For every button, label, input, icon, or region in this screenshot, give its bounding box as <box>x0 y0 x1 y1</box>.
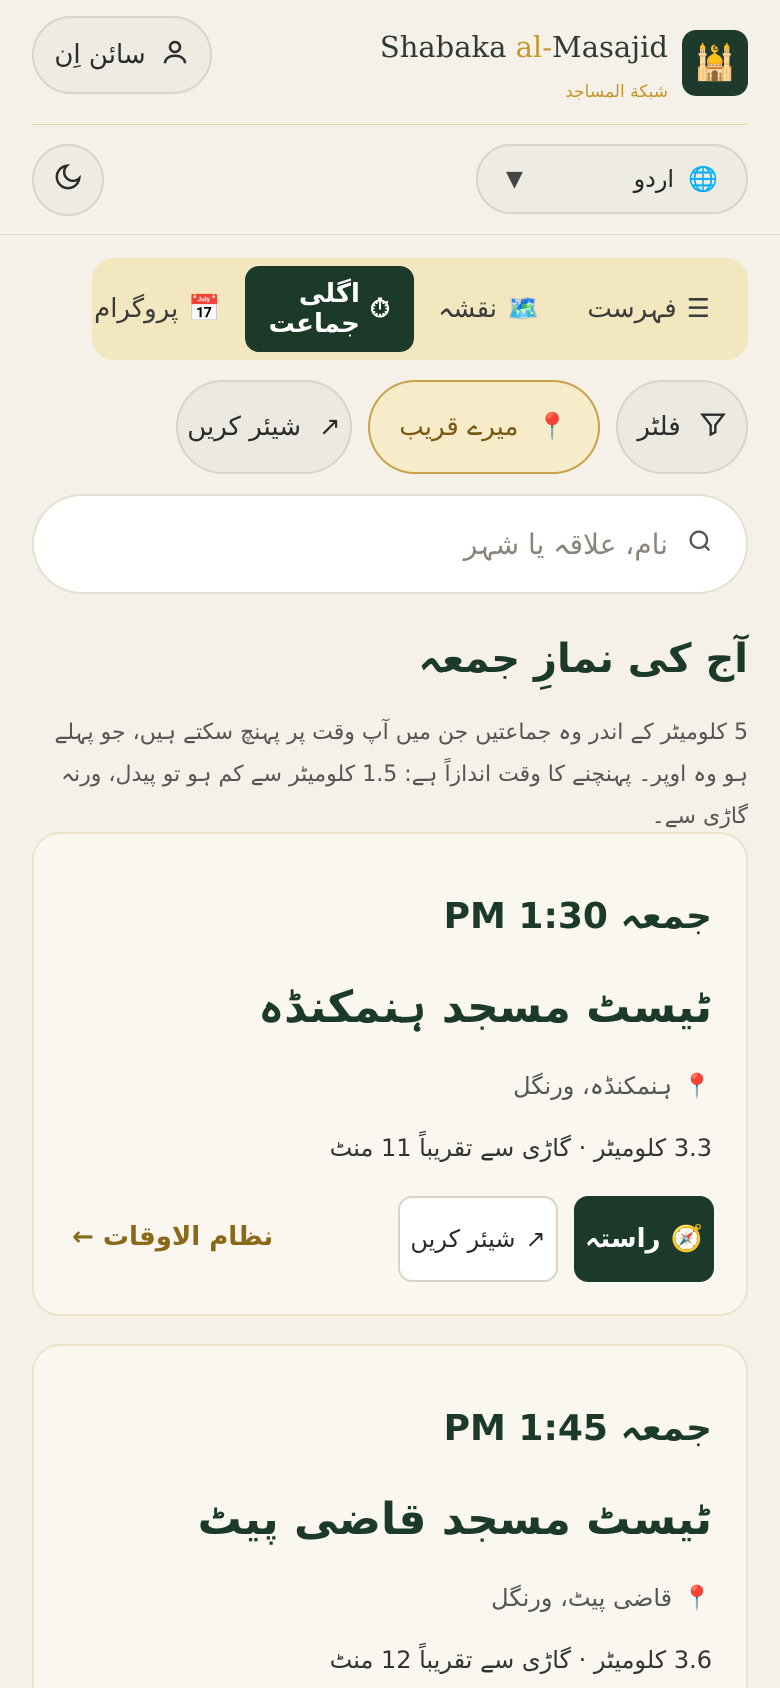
section-description: 5 کلومیٹر کے اندر وہ جماعتیں جن میں آپ و… <box>54 720 748 829</box>
mosque-distance: 3.6 کلومیٹر · گاڑی سے تقریباً 12 منٹ <box>329 1646 712 1674</box>
mosque-distance: 3.3 کلومیٹر · گاڑی سے تقریباً 11 منٹ <box>329 1134 712 1162</box>
language-select[interactable]: ▼ اردو 🌐 <box>476 144 748 214</box>
search-icon <box>686 527 714 562</box>
search-placeholder: نام، علاقہ یا شہر <box>463 527 668 561</box>
brand-title: Shabaka al-Masajid <box>379 30 668 64</box>
list-icon: ☰ <box>686 294 710 324</box>
share-button[interactable]: ↗ شیئر کریں <box>176 380 352 474</box>
filter-icon <box>699 410 727 445</box>
mosque-icon[interactable]: 🕌 <box>682 30 748 96</box>
header-divider <box>32 124 748 125</box>
pin-icon: 📍 <box>682 1584 712 1612</box>
user-icon <box>160 37 190 74</box>
schedule-link[interactable]: نظام الاوقات ← <box>72 1222 273 1252</box>
near-me-button[interactable]: 📍 میرے قریب <box>368 380 600 474</box>
sign-in-label: سائن اِن <box>54 40 146 70</box>
directions-button[interactable]: 🧭 راستہ <box>574 1196 714 1282</box>
tab-map[interactable]: 🗺️ نقشہ <box>414 266 563 352</box>
filter-button[interactable]: فلٹر <box>616 380 748 474</box>
list-item: جمعہ 1:30 PM ٹیسٹ مسجد ہنمکنڈہ 📍 ہنمکنڈہ… <box>32 832 748 1316</box>
jamaat-time: جمعہ 1:30 PM <box>443 896 712 937</box>
pin-icon: 📍 <box>682 1072 712 1100</box>
language-value: اردو <box>633 165 675 193</box>
moon-icon <box>53 162 83 199</box>
jamaat-time: جمعہ 1:45 PM <box>443 1408 712 1449</box>
tab-next-jamaat[interactable]: ⏱ اگلی جماعت <box>244 266 415 352</box>
chevron-down-icon: ▼ <box>506 166 523 192</box>
view-tabs: ☰ فہرست 🗺️ نقشہ ⏱ اگلی جماعت 📅 پروگرام <box>92 258 748 360</box>
mosque-name[interactable]: ٹیسٹ مسجد ہنمکنڈہ <box>258 982 712 1033</box>
section-title: آج کی نمازِ جمعہ <box>418 636 748 682</box>
calendar-icon: 📅 <box>188 294 221 324</box>
header: سائن اِن Shabaka al-Masajid شبکة المساجد… <box>0 0 780 235</box>
card-share-button[interactable]: ↗ شیئر کریں <box>398 1196 558 1282</box>
compass-icon: 🧭 <box>670 1224 703 1254</box>
brand-subtitle: شبکة المساجد <box>565 82 668 102</box>
share-icon: ↗ <box>319 412 341 442</box>
share-icon: ↗ <box>525 1225 546 1253</box>
tab-program[interactable]: 📅 پروگرام <box>70 266 245 352</box>
clock-icon: ⏱ <box>369 293 391 324</box>
tab-list[interactable]: ☰ فہرست <box>563 266 734 352</box>
mosque-name[interactable]: ٹیسٹ مسجد قاضی پیٹ <box>198 1494 712 1545</box>
map-icon: 🗺️ <box>506 294 540 324</box>
pin-icon: 📍 <box>536 412 569 442</box>
theme-toggle-button[interactable] <box>32 144 104 216</box>
globe-icon: 🌐 <box>688 165 718 193</box>
sign-in-button[interactable]: سائن اِن <box>32 16 212 94</box>
list-item: جمعہ 1:45 PM ٹیسٹ مسجد قاضی پیٹ 📍 قاضی پ… <box>32 1344 748 1688</box>
mosque-location: 📍 ہنمکنڈہ، ورنگل <box>513 1072 712 1100</box>
mosque-location: 📍 قاضی پیٹ، ورنگل <box>491 1584 712 1612</box>
search-input[interactable]: نام، علاقہ یا شہر <box>32 494 748 594</box>
